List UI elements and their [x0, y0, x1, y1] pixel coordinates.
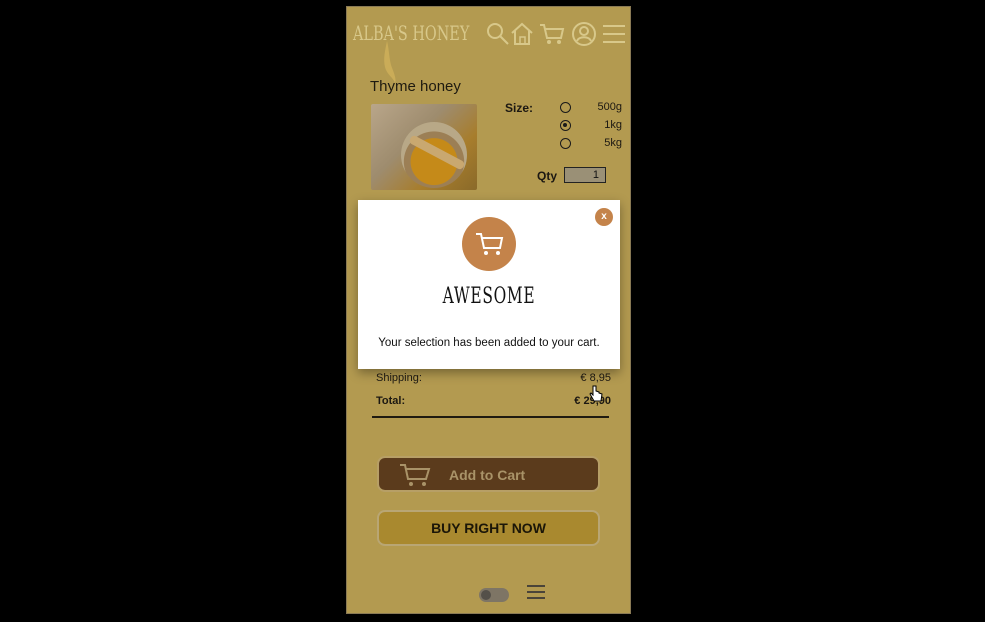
cart-badge — [462, 217, 516, 271]
summary-divider — [372, 416, 609, 418]
shipping-label: Shipping: — [376, 372, 422, 384]
product-image — [371, 104, 477, 190]
home-icon[interactable] — [509, 21, 535, 47]
add-to-cart-button[interactable]: Add to Cart — [377, 456, 600, 492]
size-option-5kg[interactable]: 5kg — [560, 137, 630, 153]
product-title: Thyme honey — [370, 78, 461, 95]
modal-title: AWESOME — [442, 284, 536, 309]
hand-cursor-icon — [589, 385, 603, 402]
theme-toggle[interactable] — [479, 588, 509, 602]
quantity-input[interactable]: 1 — [564, 167, 606, 183]
add-to-cart-label: Add to Cart — [449, 467, 526, 483]
logo[interactable]: ALBA'S HONEY — [353, 21, 469, 45]
size-option-500g[interactable]: 500g — [560, 101, 630, 117]
cart-icon — [400, 464, 431, 486]
size-label: Size: — [505, 101, 534, 115]
size-option-label: 500g — [597, 101, 622, 113]
close-button[interactable]: x — [595, 208, 613, 226]
size-option-label: 1kg — [604, 119, 622, 131]
shipping-row: Shipping: € 8,95 — [376, 372, 611, 384]
size-option-1kg[interactable]: 1kg — [560, 119, 630, 135]
cart-icon[interactable] — [539, 21, 565, 47]
total-row: Total: € 29,90 — [376, 395, 611, 407]
menu-icon[interactable] — [601, 21, 627, 47]
header: ALBA'S HONEY — [347, 7, 630, 83]
user-icon[interactable] — [571, 21, 597, 47]
shipping-value: € 8,95 — [580, 372, 611, 384]
search-icon[interactable] — [485, 21, 511, 47]
radio-button[interactable] — [560, 138, 571, 149]
bottom-menu-icon[interactable] — [527, 581, 545, 601]
buy-now-button[interactable]: BUY RIGHT NOW — [377, 510, 600, 546]
modal-message: Your selection has been added to your ca… — [378, 337, 600, 349]
radio-button-selected[interactable] — [560, 120, 571, 131]
radio-button[interactable] — [560, 102, 571, 113]
added-to-cart-modal: x AWESOME Your selection has been added … — [358, 200, 620, 369]
total-label: Total: — [376, 395, 406, 407]
qty-label: Qty — [537, 169, 558, 183]
size-option-label: 5kg — [604, 137, 622, 149]
cart-icon — [476, 233, 504, 255]
